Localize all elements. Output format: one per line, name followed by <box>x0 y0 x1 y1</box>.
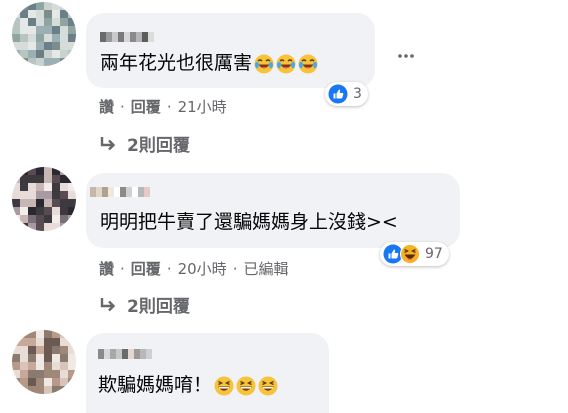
laughing-crying-emoji-icon <box>254 54 274 74</box>
reaction-count: 97 <box>425 246 443 262</box>
more-options-icon[interactable] <box>394 44 418 68</box>
laughing-crying-emoji-icon <box>276 54 296 74</box>
reply-arrow-icon <box>100 297 116 311</box>
comment-text: 欺騙媽媽唷！ <box>98 373 278 397</box>
comment-text: 明明把牛賣了還騙媽媽身上沒錢>< <box>100 211 398 233</box>
reply-button[interactable]: 回覆 <box>131 258 161 279</box>
comment-text-content: 欺騙媽媽唷！ <box>98 374 213 396</box>
avatar[interactable] <box>12 330 76 394</box>
view-replies-button[interactable]: 2則回覆 <box>99 292 190 317</box>
comment-bubble: 明明把牛賣了還騙媽媽身上沒錢>< <box>86 173 460 248</box>
comment-bubble: 兩年花光也很厲害 <box>86 13 375 88</box>
like-reaction-icon <box>328 84 348 104</box>
view-replies-button[interactable]: 2則回覆 <box>99 131 190 156</box>
edited-label[interactable]: 已編輯 <box>243 258 288 279</box>
separator-dot: · <box>120 259 125 278</box>
timestamp-link[interactable]: 21小時 <box>178 96 227 117</box>
avatar[interactable] <box>12 2 76 66</box>
avatar[interactable] <box>12 167 76 231</box>
separator-dot: · <box>166 97 172 116</box>
separator-dot: · <box>120 97 125 116</box>
grinning-squint-emoji-icon <box>258 376 278 396</box>
comment-actions: 讚 · 回覆 · 20小時 · 已編輯 <box>99 258 288 279</box>
replies-count-label: 2則回覆 <box>127 297 190 317</box>
comment-actions: 讚 · 回覆 · 21小時 <box>99 96 227 117</box>
comment-text-content: 兩年花光也很厲害 <box>100 52 253 74</box>
author-name-blurred[interactable] <box>98 349 152 359</box>
haha-reaction-icon <box>400 244 420 264</box>
like-button[interactable]: 讚 <box>99 258 114 279</box>
author-name-blurred[interactable] <box>100 32 154 42</box>
replies-count-label: 2則回覆 <box>127 136 190 156</box>
timestamp-link[interactable]: 20小時 <box>178 258 227 279</box>
comment-bubble: 欺騙媽媽唷！ <box>86 333 329 413</box>
reply-button[interactable]: 回覆 <box>131 96 161 117</box>
grinning-squint-emoji-icon <box>214 376 234 396</box>
separator-dot: · <box>166 259 172 278</box>
author-name-blurred[interactable] <box>90 187 150 197</box>
grinning-squint-emoji-icon <box>236 376 256 396</box>
reaction-summary[interactable]: 3 <box>325 82 368 106</box>
reply-arrow-icon <box>100 136 116 150</box>
reaction-count: 3 <box>353 86 362 102</box>
like-button[interactable]: 讚 <box>99 96 114 117</box>
separator-dot: · <box>232 259 238 278</box>
comment-text: 兩年花光也很厲害 <box>100 51 318 75</box>
laughing-crying-emoji-icon <box>298 54 318 74</box>
reaction-summary[interactable]: 97 <box>380 242 449 266</box>
